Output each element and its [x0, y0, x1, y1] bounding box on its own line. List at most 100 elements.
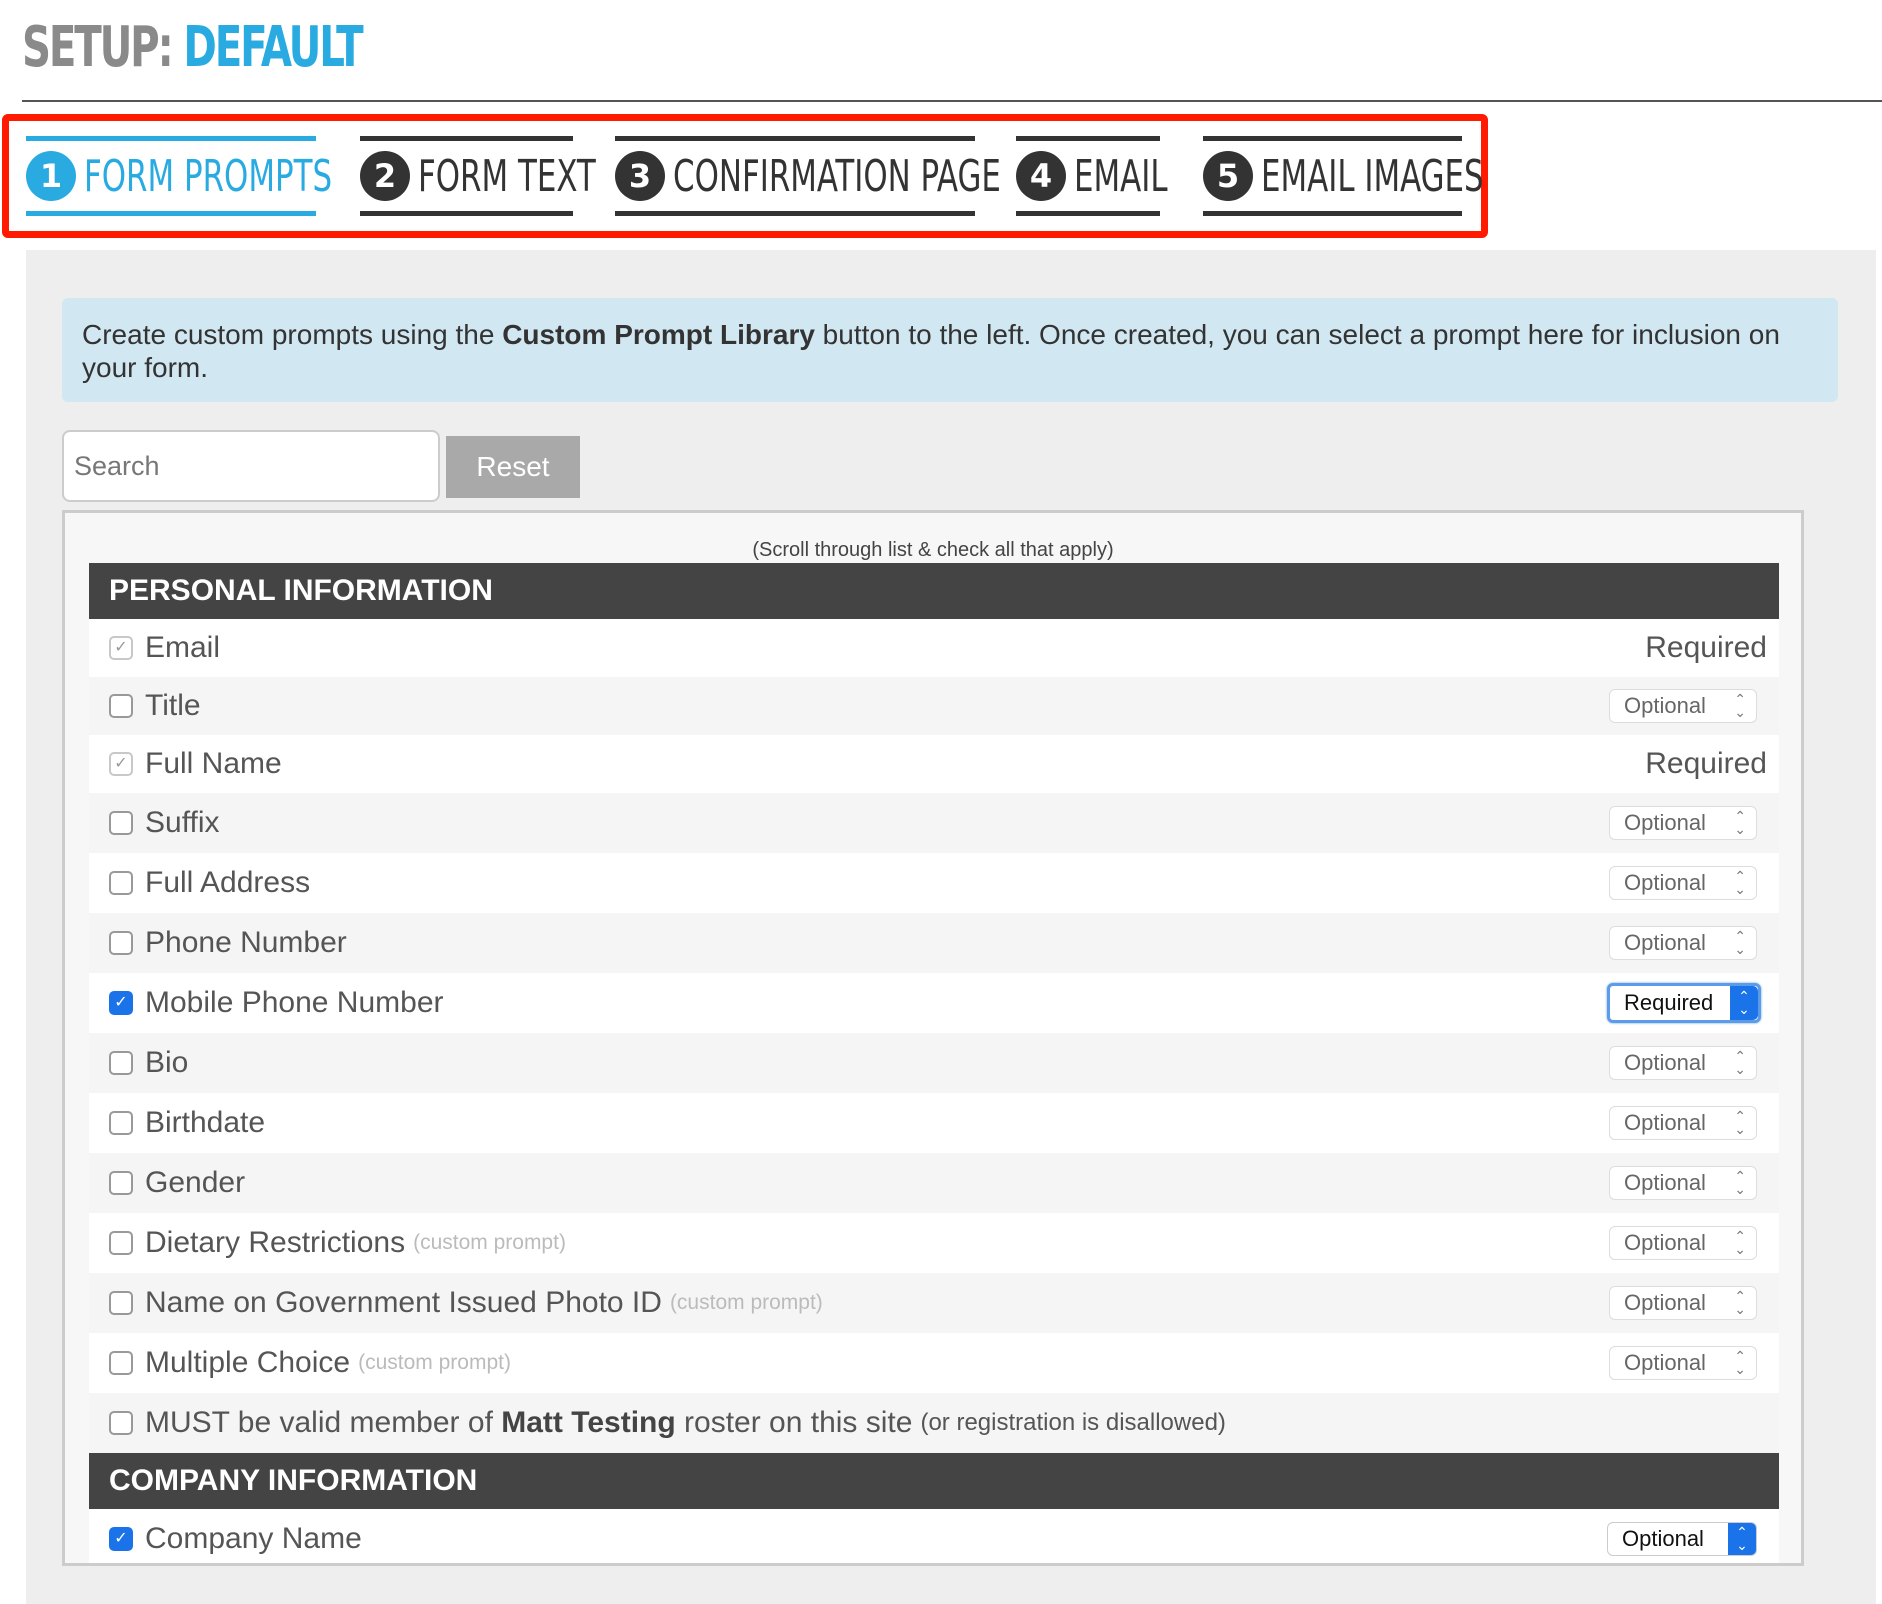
prompt-label: Full Name — [145, 747, 282, 780]
tab-label: CONFIRMATION PAGE — [673, 150, 1001, 202]
chevron-updown-icon: ⌃ ⌄ — [1734, 868, 1746, 897]
prompt-row-mobile-phone-number: ✓ Mobile Phone Number Required ⌃ ⌄ — [89, 973, 1779, 1033]
checkbox-full-name: ✓ — [109, 752, 133, 776]
select-value: Optional — [1624, 1230, 1706, 1255]
tab-email[interactable]: 4 EMAIL — [1016, 136, 1168, 216]
tab-label: EMAIL — [1074, 150, 1168, 202]
select-value: Optional — [1624, 1050, 1706, 1075]
prompt-row-roster-requirement: MUST be valid member of Matt Testing ros… — [89, 1393, 1779, 1453]
tab-number-badge: 4 — [1016, 151, 1066, 201]
select-value: Optional — [1624, 930, 1706, 955]
tab-number-badge: 1 — [26, 151, 76, 201]
tab-email-images[interactable]: 5 EMAIL IMAGES — [1203, 136, 1484, 216]
tab-number-badge: 3 — [615, 151, 665, 201]
tab-number-badge: 5 — [1203, 151, 1253, 201]
reset-button[interactable]: Reset — [446, 436, 580, 498]
prompt-row-dietary-restrictions: Dietary Restrictions (custom prompt) Opt… — [89, 1213, 1779, 1273]
checkbox-email: ✓ — [109, 636, 133, 660]
checkbox-full-address[interactable] — [109, 871, 133, 895]
prompt-row-email: ✓ Email Required — [89, 619, 1779, 677]
requirement-select-bio[interactable]: Optional ⌃ ⌄ — [1609, 1046, 1757, 1080]
prompt-label: Title — [145, 689, 201, 722]
prompt-row-full-address: Full Address Optional ⌃ ⌄ — [89, 853, 1779, 913]
chevron-updown-icon: ⌃ ⌄ — [1734, 1288, 1746, 1317]
checkbox-roster-requirement[interactable] — [109, 1411, 133, 1435]
page-title-prefix: SETUP: — [22, 15, 174, 80]
select-value: Required — [1624, 990, 1714, 1015]
prompt-row-suffix: Suffix Optional ⌃ ⌄ — [89, 793, 1779, 853]
select-value: Optional — [1624, 810, 1706, 835]
roster-note: (or registration is disallowed) — [920, 1409, 1226, 1436]
prompt-row-full-name: ✓ Full Name Required — [89, 735, 1779, 793]
checkbox-bio[interactable] — [109, 1051, 133, 1075]
requirement-select-gender[interactable]: Optional ⌃ ⌄ — [1609, 1166, 1757, 1200]
tab-form-text[interactable]: 2 FORM TEXT — [360, 136, 596, 216]
scroll-hint: (Scroll through list & check all that ap… — [752, 539, 1114, 561]
requirement-select-phone-number[interactable]: Optional ⌃ ⌄ — [1609, 926, 1757, 960]
prompt-label: Multiple Choice — [145, 1346, 351, 1379]
tab-label: FORM PROMPTS — [84, 150, 333, 202]
chevron-updown-icon: ⌃ ⌄ — [1734, 928, 1746, 957]
prompt-label: Dietary Restrictions — [145, 1226, 406, 1259]
requirement-select-full-address[interactable]: Optional ⌃ ⌄ — [1609, 866, 1757, 900]
prompt-label: Company Name — [145, 1522, 362, 1555]
chevron-updown-icon: ⌃ ⌄ — [1728, 1523, 1756, 1555]
tab-label: FORM TEXT — [418, 150, 596, 202]
info-text-pre: Create custom prompts using the — [82, 319, 503, 350]
select-value: Optional — [1624, 870, 1706, 895]
page-title-name: DEFAULT — [183, 15, 363, 80]
select-value: Optional — [1624, 693, 1706, 718]
checkbox-birthdate[interactable] — [109, 1111, 133, 1135]
chevron-updown-icon: ⌃ ⌄ — [1734, 1168, 1746, 1197]
select-value: Optional — [1622, 1526, 1704, 1551]
requirement-select-birthdate[interactable]: Optional ⌃ ⌄ — [1609, 1106, 1757, 1140]
custom-prompt-note: (custom prompt) — [669, 1291, 823, 1314]
checkbox-suffix[interactable] — [109, 811, 133, 835]
requirement-select-dietary-restrictions[interactable]: Optional ⌃ ⌄ — [1609, 1226, 1757, 1260]
tab-form-prompts[interactable]: 1 FORM PROMPTS — [26, 136, 332, 216]
requirement-select-government-photo-id[interactable]: Optional ⌃ ⌄ — [1609, 1286, 1757, 1320]
prompt-label: Email — [145, 631, 221, 664]
requirement-select-suffix[interactable]: Optional ⌃ ⌄ — [1609, 806, 1757, 840]
prompt-row-birthdate: Birthdate Optional ⌃ ⌄ — [89, 1093, 1779, 1153]
custom-prompt-note: (custom prompt) — [358, 1351, 511, 1374]
prompt-row-government-photo-id: Name on Government Issued Photo ID (cust… — [89, 1273, 1779, 1333]
prompt-row-multiple-choice: Multiple Choice (custom prompt) Optional… — [89, 1333, 1779, 1393]
chevron-updown-icon: ⌃ ⌄ — [1734, 1348, 1746, 1377]
roster-text-post: roster on this site — [675, 1406, 913, 1439]
chevron-updown-icon: ⌃ ⌄ — [1734, 1048, 1746, 1077]
chevron-updown-icon: ⌃ ⌄ — [1734, 691, 1746, 720]
chevron-updown-icon: ⌃ ⌄ — [1734, 1228, 1746, 1257]
requirement-select-mobile-phone-number[interactable]: Required ⌃ ⌄ — [1607, 983, 1761, 1023]
custom-prompt-note: (custom prompt) — [413, 1231, 566, 1254]
prompt-list[interactable]: (Scroll through list & check all that ap… — [62, 510, 1804, 1566]
prompt-label: Full Address — [145, 866, 311, 899]
checkbox-gender[interactable] — [109, 1171, 133, 1195]
requirement-select-title[interactable]: Optional ⌃ ⌄ — [1609, 689, 1757, 723]
checkbox-dietary-restrictions[interactable] — [109, 1231, 133, 1255]
prompt-row-phone-number: Phone Number Optional ⌃ ⌄ — [89, 913, 1779, 973]
chevron-updown-icon: ⌃ ⌄ — [1730, 986, 1758, 1020]
checkbox-phone-number[interactable] — [109, 931, 133, 955]
page-title: SETUP: DEFAULT — [22, 15, 364, 80]
info-text-bold: Custom Prompt Library — [502, 319, 815, 350]
tab-confirmation-page[interactable]: 3 CONFIRMATION PAGE — [615, 136, 1001, 216]
search-input[interactable] — [62, 430, 440, 502]
chevron-updown-icon: ⌃ ⌄ — [1734, 1108, 1746, 1137]
checkbox-multiple-choice[interactable] — [109, 1351, 133, 1375]
tab-label: EMAIL IMAGES — [1261, 150, 1484, 202]
section-header-personal: PERSONAL INFORMATION — [89, 563, 1779, 619]
select-value: Optional — [1624, 1170, 1706, 1195]
roster-label: MUST be valid member of Matt Testing ros… — [145, 1406, 912, 1440]
checkbox-mobile-phone-number[interactable]: ✓ — [109, 991, 133, 1015]
prompt-row-title: Title Optional ⌃ ⌄ — [89, 677, 1779, 735]
prompt-label: Gender — [145, 1166, 246, 1199]
requirement-select-multiple-choice[interactable]: Optional ⌃ ⌄ — [1609, 1346, 1757, 1380]
checkbox-title[interactable] — [109, 694, 133, 718]
requirement-select-company-name[interactable]: Optional ⌃ ⌄ — [1607, 1522, 1757, 1556]
checkbox-government-photo-id[interactable] — [109, 1291, 133, 1315]
prompt-label: Suffix — [145, 806, 220, 839]
checkbox-company-name[interactable]: ✓ — [109, 1527, 133, 1551]
title-divider — [22, 100, 1882, 102]
prompt-row-gender: Gender Optional ⌃ ⌄ — [89, 1153, 1779, 1213]
